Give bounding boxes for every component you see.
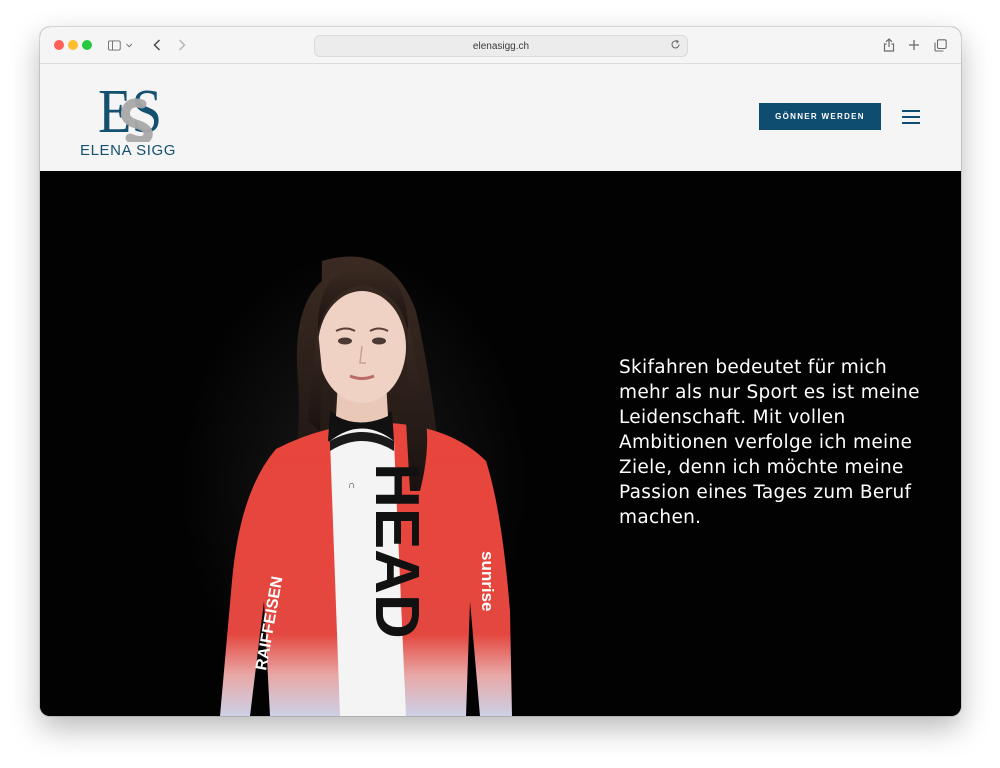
hamburger-icon[interactable] (902, 110, 920, 124)
hero-section: HEAD ∩ RAIFFEISEN sunrise Skifahren bede… (40, 171, 961, 716)
athlete-portrait: HEAD ∩ RAIFFEISEN sunrise (180, 251, 530, 716)
tab-overview-button[interactable] (933, 35, 947, 55)
reload-button[interactable] (670, 39, 681, 53)
logo-name: ELENA SIGG (80, 142, 177, 159)
hero-quote: Skifahren bedeutet für mich mehr als nur… (619, 357, 920, 528)
browser-window: elenasigg.ch ES ELENA SIGG GÖNNER WERDEN (40, 27, 961, 716)
browser-toolbar: elenasigg.ch (40, 27, 961, 64)
forward-button[interactable] (175, 35, 189, 55)
sidebar-icon (108, 40, 121, 50)
supporter-button[interactable]: GÖNNER WERDEN (759, 103, 881, 130)
logo-monogram: ES (98, 78, 162, 146)
ski-brand: HEAD (362, 463, 431, 639)
zoom-window-button[interactable] (82, 40, 92, 50)
back-button[interactable] (150, 35, 164, 55)
chevron-right-icon (178, 39, 186, 51)
svg-text:∩: ∩ (348, 480, 355, 491)
tab-overview-icon (933, 38, 947, 52)
close-window-button[interactable] (54, 40, 64, 50)
chevron-left-icon (153, 39, 161, 51)
share-button[interactable] (882, 35, 896, 55)
chevron-down-icon (125, 43, 132, 47)
minimize-window-button[interactable] (68, 40, 78, 50)
new-tab-button[interactable] (907, 35, 921, 55)
site-header: ES ELENA SIGG GÖNNER WERDEN (40, 64, 961, 171)
reload-icon (671, 39, 680, 49)
share-icon (883, 38, 895, 52)
plus-icon (909, 40, 919, 50)
sidebar-toggle-button[interactable] (108, 35, 132, 55)
address-bar[interactable]: elenasigg.ch (314, 35, 688, 57)
address-url: elenasigg.ch (472, 40, 530, 52)
site-logo[interactable]: ES ELENA SIGG (80, 74, 190, 160)
sponsor-right: sunrise (478, 551, 497, 611)
